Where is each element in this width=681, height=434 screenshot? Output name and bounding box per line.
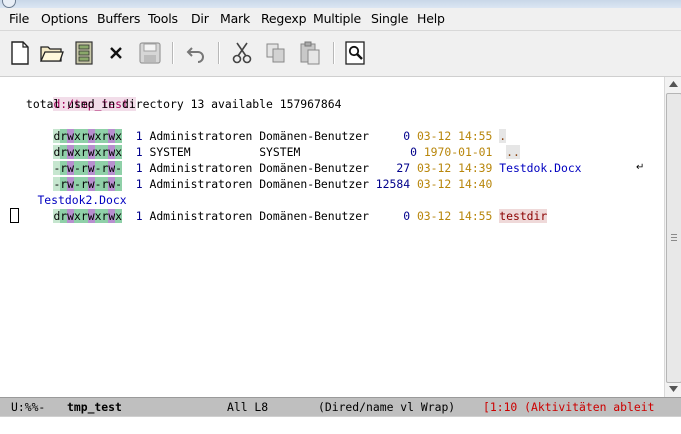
link-count: 1 bbox=[135, 209, 143, 223]
app-icon bbox=[2, 0, 16, 8]
dired-entry[interactable]: -rw-rw-rw- 1 Administratoren Domänen-Ben… bbox=[26, 144, 582, 175]
scroll-down-arrow-icon[interactable] bbox=[669, 386, 678, 392]
menu-file[interactable]: File bbox=[9, 11, 29, 26]
directory-header: d:/tmp_test: bbox=[26, 80, 136, 111]
open-folder-icon[interactable] bbox=[39, 40, 65, 66]
menu-help[interactable]: Help bbox=[417, 11, 445, 26]
menu-dir[interactable]: Dir bbox=[191, 11, 209, 26]
menu-mark[interactable]: Mark bbox=[220, 11, 250, 26]
dired-entry[interactable]: -rw-rw-rw- 1 Administratoren Domänen-Ben… bbox=[26, 160, 492, 191]
mode-line: U:%%- tmp_test All L8 (Dired/name vl Wra… bbox=[0, 397, 681, 416]
save-icon[interactable] bbox=[137, 40, 163, 66]
owner: Administratoren bbox=[149, 177, 253, 191]
major-mode[interactable]: (Dired/name vl Wrap) bbox=[318, 398, 455, 416]
link-count: 1 bbox=[135, 177, 143, 191]
scroll-up-arrow-icon[interactable] bbox=[669, 81, 678, 87]
modified-date: 03-12 14:40 bbox=[416, 177, 493, 191]
group: Domänen-Benutzer bbox=[259, 209, 369, 223]
wrap-arrow-icon: ↵ bbox=[636, 162, 645, 173]
dired-entry[interactable]: drwxrwxrwx 1 Administratoren Domänen-Ben… bbox=[26, 192, 548, 223]
close-icon[interactable] bbox=[103, 40, 129, 66]
wrapped-continuation[interactable]: Testdok2.Docx bbox=[10, 176, 126, 207]
mode-message: [1:10 (Aktivitäten ableit bbox=[483, 400, 655, 414]
menu-regexp[interactable]: Regexp bbox=[261, 11, 307, 26]
menu-multiple[interactable]: Multiple bbox=[313, 11, 361, 26]
owner: Administratoren bbox=[149, 209, 253, 223]
group: Domänen-Benutzer bbox=[259, 177, 369, 191]
menu-single[interactable]: Single bbox=[371, 11, 408, 26]
modified-date: 03-12 14:55 bbox=[416, 209, 493, 223]
minibuffer[interactable] bbox=[0, 416, 681, 434]
file-size: 0 bbox=[403, 209, 411, 223]
buffer-name[interactable]: tmp_test bbox=[67, 398, 122, 416]
search-icon[interactable] bbox=[343, 40, 369, 66]
buffer-status: U:%%- bbox=[11, 400, 46, 414]
menu-tools[interactable]: Tools bbox=[148, 11, 178, 26]
vertical-scrollbar[interactable] bbox=[664, 77, 681, 397]
permissions: drwxrwxrwx bbox=[53, 209, 123, 223]
dired-entry[interactable]: drwxrwxrwx 1 SYSTEM SYSTEM 0 1970-01-01 … bbox=[26, 128, 520, 159]
menu-options[interactable]: Options bbox=[41, 11, 88, 26]
toolbar bbox=[0, 31, 681, 77]
new-file-icon[interactable] bbox=[7, 40, 33, 66]
total-line: total used in directory 13 available 157… bbox=[26, 97, 342, 111]
text-cursor bbox=[10, 208, 19, 223]
scrollbar-thumb[interactable] bbox=[666, 93, 681, 383]
entry-name[interactable]: Testdok.Docx bbox=[499, 161, 581, 175]
paste-icon[interactable] bbox=[297, 40, 323, 66]
dired-entry[interactable]: drwxrwxrwx 1 Administratoren Domänen-Ben… bbox=[26, 112, 507, 143]
cut-icon[interactable] bbox=[229, 40, 255, 66]
undo-icon[interactable] bbox=[183, 40, 209, 66]
file-size: 12584 bbox=[375, 177, 411, 191]
dired-icon[interactable] bbox=[71, 40, 97, 66]
entry-name[interactable]: testdir bbox=[499, 209, 548, 223]
menu-bar: File Options Buffers Tools Dir Mark Rege… bbox=[0, 8, 681, 31]
buffer-position: All L8 bbox=[227, 400, 269, 414]
dired-buffer[interactable]: d:/tmp_test: total used in directory 13 … bbox=[0, 77, 664, 397]
window-titlebar bbox=[0, 0, 681, 8]
copy-icon[interactable] bbox=[263, 40, 289, 66]
menu-buffers[interactable]: Buffers bbox=[97, 11, 140, 26]
